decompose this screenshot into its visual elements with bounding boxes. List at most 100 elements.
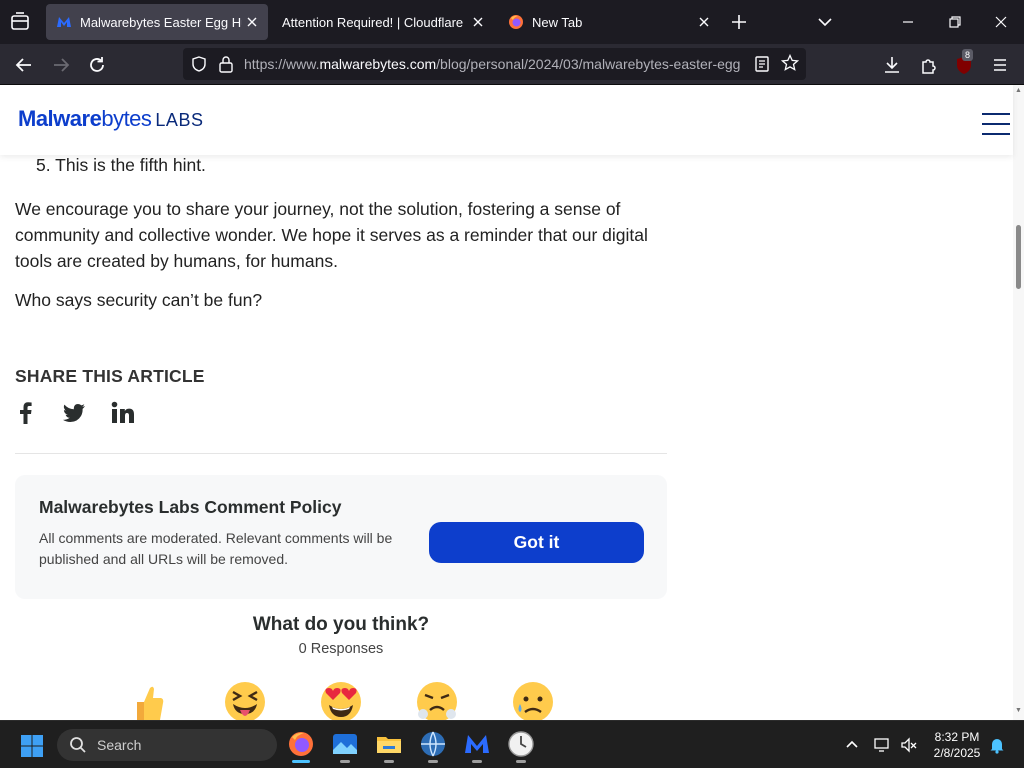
reload-icon — [90, 57, 104, 72]
back-button[interactable] — [13, 54, 35, 76]
comment-policy-card: Malwarebytes Labs Comment Policy All com… — [15, 475, 667, 599]
scrollbar-thumb[interactable] — [1016, 225, 1021, 289]
tab-new-tab[interactable]: New Tab — [498, 4, 720, 40]
site-header: Malwarebytes LABS — [0, 85, 1013, 155]
notifications-button[interactable] — [988, 736, 1006, 754]
thumbs-up-icon — [137, 686, 164, 720]
minimize-button[interactable] — [898, 12, 918, 32]
taskbar-network-app[interactable] — [419, 730, 447, 763]
lock-icon[interactable] — [218, 55, 234, 73]
close-tab-button[interactable] — [694, 12, 714, 32]
active-indicator — [292, 760, 310, 763]
tab-cloudflare[interactable]: Attention Required! | Cloudflare — [272, 4, 494, 40]
firefox-view-button[interactable] — [8, 10, 32, 34]
bell-icon — [990, 739, 1004, 754]
reaction-tongue-out-button[interactable] — [223, 680, 267, 720]
menu-line — [982, 133, 1010, 135]
share-twitter-button[interactable] — [61, 400, 87, 426]
close-icon — [699, 17, 709, 27]
tab-malwarebytes[interactable]: Malwarebytes Easter Egg Hunt — [46, 4, 268, 40]
firefox-icon — [509, 15, 523, 29]
malwarebytes-labs-logo[interactable]: Malwarebytes LABS — [18, 106, 203, 134]
linkedin-icon — [111, 401, 134, 423]
close-window-button[interactable] — [991, 12, 1011, 32]
url-host: malwarebytes.com — [319, 56, 437, 72]
taskbar-search-box[interactable]: Search — [57, 729, 277, 761]
running-indicator — [428, 760, 438, 763]
close-icon — [247, 17, 257, 27]
got-it-button[interactable]: Got it — [429, 522, 644, 563]
speaker-muted-icon — [901, 737, 917, 753]
ublock-extension-button[interactable]: 8 — [953, 49, 975, 76]
navigation-toolbar: https://www.malwarebytes.com/blog/person… — [0, 44, 1024, 85]
share-facebook-button[interactable] — [15, 400, 41, 426]
download-icon — [885, 57, 899, 73]
shield-icon[interactable] — [190, 55, 208, 73]
arrow-left-icon — [15, 58, 31, 72]
angry-emoji-icon — [417, 682, 457, 720]
reaction-angry-button[interactable] — [415, 680, 459, 720]
show-hidden-icons-button[interactable] — [843, 736, 861, 754]
reader-view-icon[interactable] — [754, 55, 770, 73]
malwarebytes-logo-icon — [57, 17, 71, 27]
new-tab-button[interactable] — [729, 12, 749, 32]
taskbar-malwarebytes[interactable] — [463, 730, 491, 763]
windows-taskbar: Search 8:32 PM 2/8/2025 — [0, 720, 1024, 768]
close-tab-button[interactable] — [242, 12, 262, 32]
restore-button[interactable] — [945, 12, 965, 32]
arrow-right-icon — [54, 58, 70, 72]
app-menu-button[interactable] — [989, 54, 1011, 76]
url-path: /blog/personal/2024/03/malwarebytes-east… — [436, 56, 741, 72]
menu-line — [982, 113, 1010, 115]
taskbar-firefox[interactable] — [287, 730, 315, 763]
downloads-button[interactable] — [881, 54, 903, 76]
url-text[interactable]: https://www.malwarebytes.com/blog/person… — [244, 56, 744, 72]
twitter-icon — [62, 404, 85, 422]
reload-button[interactable] — [86, 54, 108, 76]
comment-policy-title: Malwarebytes Labs Comment Policy — [39, 497, 342, 517]
running-indicator — [340, 760, 350, 763]
reaction-thumbs-up-button[interactable] — [127, 680, 171, 720]
hint-list-item: 5. This is the fifth hint. — [36, 152, 206, 178]
close-tab-button[interactable] — [468, 12, 488, 32]
share-heading: SHARE THIS ARTICLE — [15, 366, 205, 386]
network-status[interactable] — [873, 736, 891, 754]
network-monitor-icon — [874, 738, 889, 752]
address-bar[interactable]: https://www.malwarebytes.com/blog/person… — [183, 48, 806, 80]
heart-eyes-emoji-icon — [321, 682, 361, 720]
reactions-title: What do you think? — [252, 614, 430, 635]
clock-time: 8:32 PM — [934, 730, 980, 744]
tab-title: Attention Required! | Cloudflare — [282, 14, 464, 30]
hamburger-menu-icon — [994, 59, 1006, 71]
tab-title: New Tab — [532, 14, 583, 30]
reactions-count: 0 Responses — [298, 641, 384, 657]
reaction-sad-button[interactable] — [511, 680, 555, 720]
volume-status[interactable] — [900, 736, 918, 754]
reaction-heart-eyes-button[interactable] — [319, 680, 363, 720]
folder-icon — [377, 737, 401, 753]
extensions-button[interactable] — [918, 54, 940, 76]
photos-icon — [333, 734, 357, 754]
share-linkedin-button[interactable] — [110, 400, 136, 426]
site-menu-button[interactable] — [982, 113, 1010, 135]
forward-button[interactable] — [50, 54, 72, 76]
plus-icon — [732, 15, 746, 29]
scroll-up-icon[interactable]: ▲ — [1015, 87, 1022, 94]
comment-policy-text: All comments are moderated. Relevant com… — [39, 530, 393, 567]
restore-icon — [949, 16, 961, 28]
page-scrollbar[interactable]: ▲ ▼ — [1013, 85, 1024, 720]
list-all-tabs-button[interactable] — [815, 12, 835, 32]
browser-tab-strip: Malwarebytes Easter Egg Hunt Attention R… — [0, 0, 1024, 44]
chevron-down-icon — [818, 18, 832, 27]
puzzle-icon — [922, 59, 936, 74]
bookmark-star-icon[interactable] — [781, 54, 799, 72]
taskbar-clock-app[interactable] — [507, 730, 535, 763]
hint-number: 5. — [36, 155, 51, 175]
scroll-down-icon[interactable]: ▼ — [1015, 707, 1022, 714]
tab-title: Malwarebytes Easter Egg Hunt — [80, 14, 242, 30]
taskbar-photos-app[interactable] — [331, 730, 359, 763]
start-button[interactable] — [20, 734, 44, 758]
close-icon — [995, 16, 1007, 28]
taskbar-clock[interactable]: 8:32 PM 2/8/2025 — [926, 729, 988, 761]
taskbar-file-explorer[interactable] — [375, 730, 403, 763]
